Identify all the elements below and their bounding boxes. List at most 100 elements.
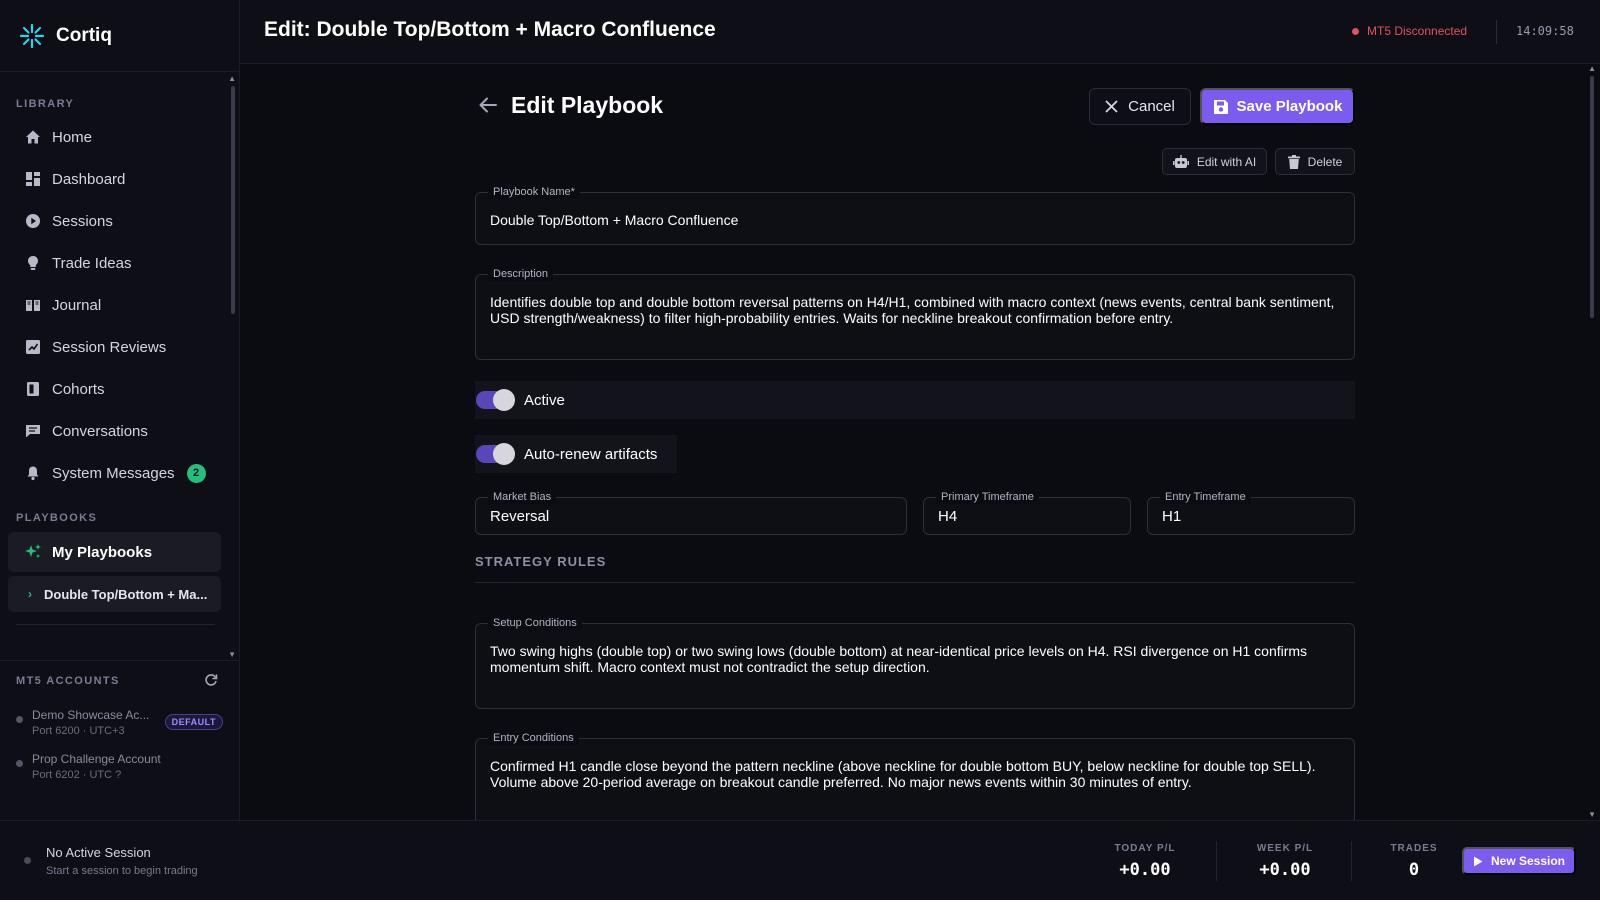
scroll-down-arrow-icon[interactable]: ▼ [1588, 810, 1596, 819]
new-session-button[interactable]: New Session [1462, 847, 1576, 875]
play-circle-icon [24, 212, 42, 230]
scroll-up-arrow-icon[interactable]: ▲ [228, 74, 236, 83]
nav-label: Session Reviews [52, 338, 167, 356]
playbook-name-field[interactable]: Playbook Name* Double Top/Bottom + Macro… [475, 185, 1355, 245]
topbar-divider [1496, 20, 1497, 44]
scroll-up-arrow-icon[interactable]: ▲ [1588, 64, 1596, 73]
description-field[interactable]: Description Identifies double top and do… [475, 267, 1355, 360]
nav-label: Cohorts [52, 380, 105, 398]
field-label: Market Bias [488, 490, 557, 504]
sparkle-icon [24, 543, 42, 561]
trash-icon [1287, 154, 1300, 169]
close-icon [1105, 100, 1118, 113]
description-value: Identifies double top and double bottom … [490, 294, 1335, 326]
entry-timeframe-value: H1 [1162, 508, 1182, 525]
connection-status-label: MT5 Disconnected [1367, 24, 1468, 38]
auto-renew-toggle[interactable] [476, 443, 515, 465]
nav-item-sessions[interactable]: Sessions [0, 200, 239, 242]
dashboard-icon [24, 170, 42, 188]
connection-status-dot [1352, 27, 1359, 35]
nav-item-cohorts[interactable]: Cohorts [0, 368, 239, 410]
clock: 14:09:58 [1516, 24, 1574, 38]
field-label: Playbook Name* [488, 185, 580, 199]
account-status-dot [16, 716, 23, 723]
sidebar-divider [16, 624, 215, 625]
nav-item-my-playbooks[interactable]: My Playbooks [8, 532, 221, 572]
field-label: Entry Conditions [488, 731, 579, 745]
cancel-button[interactable]: Cancel [1089, 88, 1191, 125]
nav-label: System Messages [52, 464, 175, 482]
session-status-title: No Active Session [46, 845, 151, 860]
setup-conditions-value: Two swing highs (double top) or two swin… [490, 643, 1308, 675]
lightbulb-icon [24, 254, 42, 272]
nav-item-dashboard[interactable]: Dashboard [0, 158, 239, 200]
review-icon [24, 338, 42, 356]
save-label: Save Playbook [1236, 98, 1343, 115]
toggle-knob [493, 389, 515, 411]
cortiq-logo-icon [18, 22, 46, 50]
mt5-account-item[interactable]: Prop Challenge Account Port 6202 · UTC ? [0, 745, 239, 789]
scroll-down-arrow-icon[interactable]: ▼ [228, 650, 236, 659]
trades-stat: TRADES 0 [1384, 843, 1444, 880]
stat-divider [1216, 841, 1217, 881]
robot-icon [1172, 154, 1189, 169]
stat-label: TRADES [1390, 843, 1438, 854]
stat-label: TODAY P/L [1114, 843, 1176, 854]
brand[interactable]: Cortiq [0, 0, 239, 72]
refresh-icon[interactable] [204, 673, 218, 687]
stat-label: WEEK P/L [1256, 843, 1314, 854]
sidebar-scrollbar[interactable] [231, 86, 235, 314]
stat-value: +0.00 [1119, 860, 1171, 880]
nav-label: Home [52, 128, 93, 146]
cancel-label: Cancel [1128, 98, 1175, 115]
unread-badge: 2 [186, 463, 206, 483]
nav-item-journal[interactable]: Journal [0, 284, 239, 326]
chevron-right-icon: › [28, 587, 32, 601]
primary-timeframe-field[interactable]: Primary Timeframe H4 [923, 490, 1131, 535]
active-label: Active [524, 391, 565, 409]
nav-label: Journal [52, 296, 102, 314]
active-toggle[interactable] [476, 389, 515, 411]
new-session-label: New Session [1490, 854, 1566, 868]
main-content: ▲ ▼ Edit Playbook Cancel Save Playbook E… [240, 64, 1600, 820]
nav-label: Trade Ideas [52, 254, 132, 272]
connection-status[interactable]: MT5 Disconnected [1352, 24, 1467, 38]
edit-with-ai-button[interactable]: Edit with AI [1162, 148, 1267, 175]
toggle-knob [493, 443, 515, 465]
current-playbook-item[interactable]: › Double Top/Bottom + Ma... [8, 576, 221, 612]
nav-item-conversations[interactable]: Conversations [0, 410, 239, 452]
nav-item-trade-ideas[interactable]: Trade Ideas [0, 242, 239, 284]
delete-label: Delete [1307, 154, 1343, 169]
mt5-account-item[interactable]: Demo Showcase Ac... Port 6200 · UTC+3 DE… [0, 701, 239, 745]
nav-item-session-reviews[interactable]: Session Reviews [0, 326, 239, 368]
field-label: Primary Timeframe [936, 490, 1039, 504]
nav-item-system-messages[interactable]: System Messages 2 [0, 452, 239, 494]
primary-timeframe-value: H4 [938, 508, 958, 525]
nav-item-home[interactable]: Home [0, 116, 239, 158]
field-label: Entry Timeframe [1160, 490, 1251, 504]
default-badge: DEFAULT [164, 714, 223, 730]
stat-divider [1351, 841, 1352, 881]
play-icon [1473, 856, 1483, 867]
session-status-dot [24, 857, 31, 864]
playbooks-section-title: PLAYBOOKS [16, 512, 98, 524]
active-toggle-row[interactable]: Active [475, 381, 1355, 419]
cohorts-icon [24, 380, 42, 398]
save-playbook-button[interactable]: Save Playbook [1200, 88, 1355, 125]
nav-label: Conversations [52, 422, 148, 440]
app-root: Cortiq LIBRARY Home Dashboard Sessions T… [0, 0, 1600, 900]
back-arrow-icon[interactable] [477, 94, 499, 116]
field-label: Setup Conditions [488, 616, 582, 630]
nav-label: Dashboard [52, 170, 126, 188]
market-bias-field[interactable]: Market Bias Reversal [475, 490, 907, 535]
save-icon [1213, 99, 1229, 115]
strategy-rules-heading: STRATEGY RULES [475, 554, 607, 569]
auto-renew-toggle-row[interactable]: Auto-renew artifacts [475, 435, 677, 473]
main-scrollbar[interactable] [1590, 76, 1594, 318]
editor-header: Edit Playbook Cancel Save Playbook [475, 88, 1355, 126]
today-pl-stat: TODAY P/L +0.00 [1110, 843, 1180, 880]
delete-button[interactable]: Delete [1275, 148, 1355, 175]
setup-conditions-field[interactable]: Setup Conditions Two swing highs (double… [475, 616, 1355, 709]
entry-conditions-field[interactable]: Entry Conditions Confirmed H1 candle clo… [475, 731, 1355, 820]
entry-timeframe-field[interactable]: Entry Timeframe H1 [1147, 490, 1355, 535]
